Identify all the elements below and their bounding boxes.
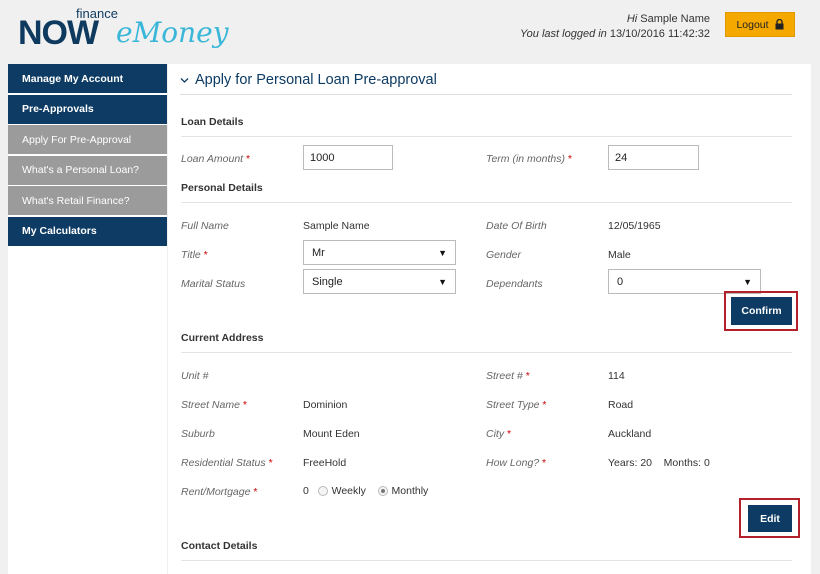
marital-status-select[interactable]: Single ▼	[303, 269, 456, 294]
user-info: Hi Sample Name You last logged in 13/10/…	[520, 12, 710, 42]
rent-mortgage-options: 0 Weekly Monthly	[303, 485, 428, 497]
confirm-button[interactable]: Confirm	[731, 297, 792, 325]
weekly-label[interactable]: Weekly	[332, 485, 366, 497]
personal-details-heading: Personal Details	[181, 182, 263, 194]
gender-label: Gender	[486, 249, 522, 261]
city-value: Auckland	[608, 428, 652, 440]
dependants-label: Dependants	[486, 278, 543, 290]
title-select-value: Mr	[312, 246, 325, 259]
sidebar-item-apply-for-pre-approval[interactable]: Apply For Pre-Approval	[8, 125, 167, 154]
how-long-value: Years: 20 Months: 0	[608, 457, 710, 469]
loan-amount-input[interactable]: 1000	[303, 145, 393, 170]
gender-value: Male	[608, 249, 631, 261]
residential-status-value: FreeHold	[303, 457, 347, 469]
sidebar-item-manage-my-account[interactable]: Manage My Account	[8, 64, 167, 93]
title-label: Title *	[181, 249, 208, 261]
logout-button[interactable]: Logout	[725, 12, 795, 37]
header: finance NOW eMoney Hi Sample Name You la…	[0, 0, 820, 62]
unit-label: Unit #	[181, 370, 209, 382]
months-label: Months:	[663, 457, 702, 469]
sidebar-item-my-calculators[interactable]: My Calculators	[8, 216, 167, 246]
years-value: 20	[640, 457, 652, 469]
last-login-time: 13/10/2016 11:42:32	[609, 28, 710, 40]
monthly-radio[interactable]	[377, 486, 388, 497]
street-name-label: Street Name *	[181, 399, 247, 411]
street-type-value: Road	[608, 399, 634, 411]
street-type-label: Street Type *	[486, 399, 547, 411]
marital-status-label: Marital Status	[181, 278, 246, 290]
user-name: Sample Name	[640, 13, 710, 25]
contact-details-divider	[181, 560, 792, 561]
term-label: Term (in months) *	[486, 153, 572, 165]
edit-button[interactable]: Edit	[748, 505, 792, 532]
dropdown-arrow-icon: ▼	[438, 276, 447, 287]
dob-value: 12/05/1965	[608, 220, 661, 232]
weekly-radio[interactable]	[317, 486, 328, 497]
dropdown-arrow-icon: ▼	[743, 276, 752, 287]
years-label: Years:	[608, 457, 638, 469]
residential-status-label: Residential Status *	[181, 457, 273, 469]
dropdown-arrow-icon: ▼	[438, 247, 447, 258]
chevron-down-icon	[180, 77, 189, 83]
logout-label: Logout	[736, 18, 769, 31]
street-name-value: Dominion	[303, 399, 348, 411]
marital-status-value: Single	[312, 275, 343, 288]
full-name-label: Full Name	[181, 220, 229, 232]
current-address-divider	[181, 352, 792, 353]
loan-details-heading: Loan Details	[181, 116, 244, 128]
rent-mortgage-label: Rent/Mortgage *	[181, 486, 258, 498]
main-panel: Apply for Personal Loan Pre-approval Loa…	[168, 64, 811, 574]
how-long-label: How Long? *	[486, 457, 547, 469]
term-input[interactable]: 24	[608, 145, 699, 170]
current-address-heading: Current Address	[181, 332, 264, 344]
sidebar-item-pre-approvals[interactable]: Pre-Approvals	[8, 94, 167, 124]
sidebar-item-whats-retail-finance[interactable]: What's Retail Finance?	[8, 186, 167, 215]
full-name-value: Sample Name	[303, 220, 370, 232]
rent-mortgage-value: 0	[303, 485, 309, 497]
personal-details-divider	[181, 202, 792, 203]
greeting: Hi	[626, 13, 638, 25]
sidebar: Manage My Account Pre-Approvals Apply Fo…	[8, 64, 167, 574]
logo-emoney-text: eMoney	[116, 16, 229, 49]
street-number-value: 114	[608, 370, 625, 382]
logo-now-text: NOW	[18, 14, 99, 52]
months-value: 0	[703, 457, 710, 469]
dependants-value: 0	[617, 275, 624, 288]
page-title-text: Apply for Personal Loan Pre-approval	[195, 72, 437, 88]
finance-now-emoney-logo[interactable]: finance NOW eMoney	[18, 4, 229, 56]
sidebar-item-whats-a-personal-loan[interactable]: What's a Personal Loan?	[8, 155, 167, 185]
page-title[interactable]: Apply for Personal Loan Pre-approval	[180, 72, 437, 88]
dob-label: Date Of Birth	[486, 220, 547, 232]
suburb-label: Suburb	[181, 428, 215, 440]
monthly-label[interactable]: Monthly	[392, 485, 429, 497]
last-login-prefix: You last logged in	[519, 28, 607, 40]
city-label: City *	[486, 428, 512, 440]
street-number-label: Street # *	[486, 370, 530, 382]
loan-details-divider	[181, 136, 792, 137]
title-select[interactable]: Mr ▼	[303, 240, 456, 265]
title-divider	[180, 94, 792, 95]
suburb-value: Mount Eden	[303, 428, 360, 440]
loan-amount-label: Loan Amount *	[181, 153, 251, 165]
contact-details-heading: Contact Details	[181, 540, 258, 552]
lock-icon	[775, 19, 784, 30]
